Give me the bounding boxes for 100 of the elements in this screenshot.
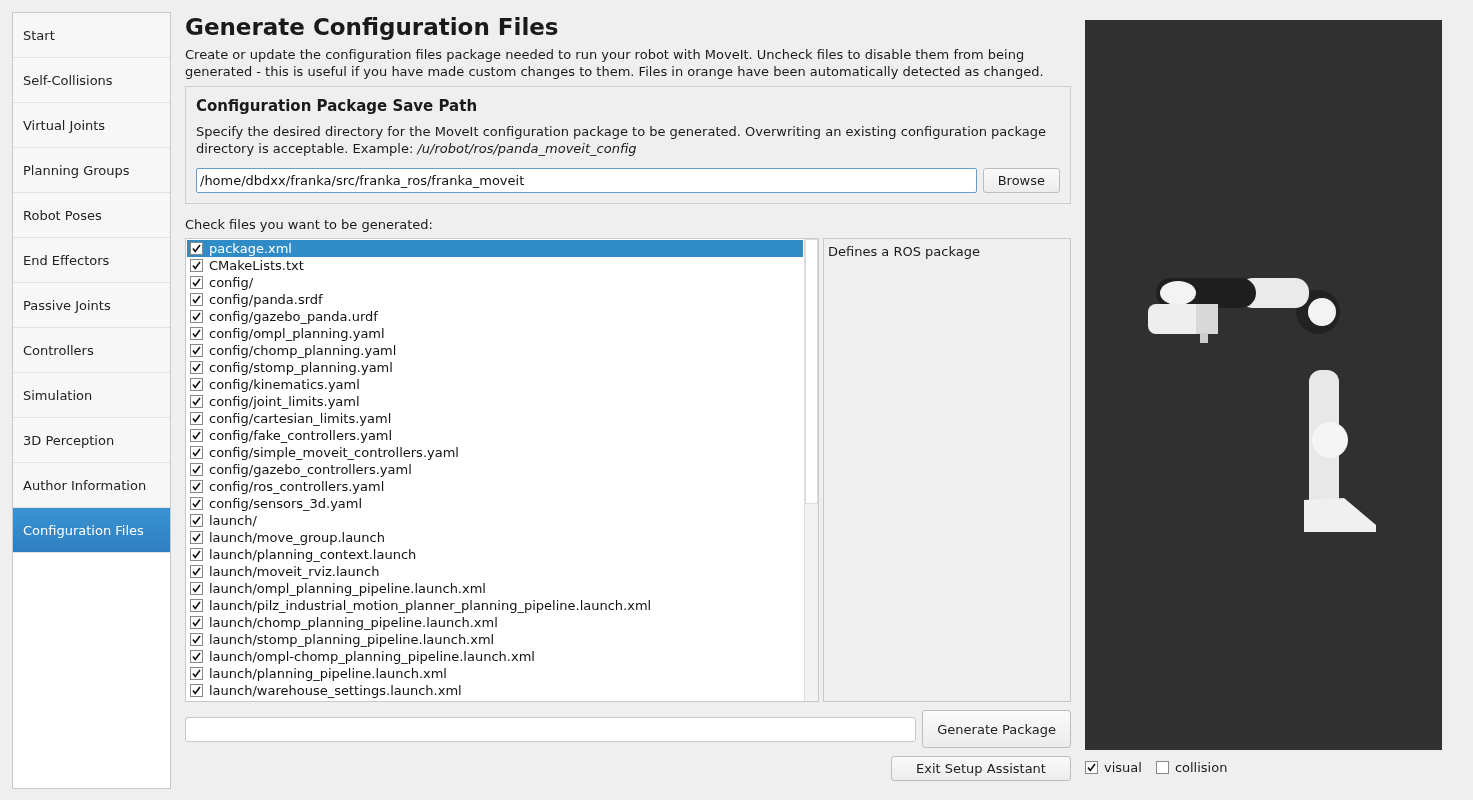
- checkbox[interactable]: [190, 616, 203, 629]
- file-row[interactable]: config/fake_controllers.yaml: [187, 427, 803, 444]
- checkbox[interactable]: [190, 412, 203, 425]
- checkbox[interactable]: [190, 599, 203, 612]
- file-row[interactable]: launch/stomp_planning_pipeline.launch.xml: [187, 631, 803, 648]
- file-row[interactable]: config/: [187, 274, 803, 291]
- file-row[interactable]: config/gazebo_panda.urdf: [187, 308, 803, 325]
- files-label: Check files you want to be generated:: [185, 217, 434, 232]
- file-name: package.xml: [209, 241, 292, 256]
- file-name: CMakeLists.txt: [209, 258, 304, 273]
- file-name: config/sensors_3d.yaml: [209, 496, 363, 511]
- checkbox[interactable]: [190, 497, 203, 510]
- browse-button[interactable]: Browse: [982, 168, 1060, 193]
- file-row[interactable]: launch/warehouse_settings.launch.xml: [187, 682, 803, 699]
- file-name: config/joint_limits.yaml: [209, 394, 360, 409]
- file-name: launch/move_group.launch: [209, 530, 385, 545]
- checkbox[interactable]: [190, 242, 203, 255]
- checkbox[interactable]: [190, 463, 203, 476]
- sidebar-item[interactable]: Start: [13, 13, 170, 58]
- file-name: config/simple_moveit_controllers.yaml: [209, 445, 459, 460]
- file-row[interactable]: launch/planning_pipeline.launch.xml: [187, 665, 803, 682]
- checkbox-label: visual: [1104, 760, 1142, 775]
- file-name: launch/ompl_planning_pipeline.launch.xml: [209, 581, 486, 596]
- file-row[interactable]: config/simple_moveit_controllers.yaml: [187, 444, 803, 461]
- file-row[interactable]: launch/chomp_planning_pipeline.launch.xml: [187, 614, 803, 631]
- file-row[interactable]: launch/move_group.launch: [187, 529, 803, 546]
- group-description: Specify the desired directory for the MoveIt configuration package to be generated. Overwriting an existing configuration package directory is acceptable. Example: /u/robot/ros/panda_moveit_config: [196, 123, 1047, 157]
- file-row[interactable]: config/chomp_planning.yaml: [187, 342, 803, 359]
- file-name: launch/planning_context.launch: [209, 547, 417, 562]
- file-row[interactable]: config/gazebo_controllers.yaml: [187, 461, 803, 478]
- file-name: launch/ompl-chomp_planning_pipeline.launch.xml: [209, 649, 535, 664]
- file-row[interactable]: launch/planning_context.launch: [187, 546, 803, 563]
- file-name: config/: [209, 275, 254, 290]
- file-row[interactable]: launch/ompl_planning_pipeline.launch.xml: [187, 580, 803, 597]
- file-row[interactable]: launch/: [187, 512, 803, 529]
- page-description: Create or update the configuration files package needed to run your robot with MoveIt. Uncheck files to disable them from being generated - this is useful if you have made custom changes to them. Files in orange have been automatically detected as changed.: [185, 46, 1045, 80]
- file-row[interactable]: launch/ompl-chomp_planning_pipeline.launch.xml: [187, 648, 803, 665]
- checkbox[interactable]: [190, 293, 203, 306]
- file-name: launch/moveit_rviz.launch: [209, 564, 380, 579]
- file-row[interactable]: config/joint_limits.yaml: [187, 393, 803, 410]
- sidebar-item[interactable]: End Effectors: [13, 238, 170, 283]
- sidebar-item[interactable]: Controllers: [13, 328, 170, 373]
- sidebar-item[interactable]: Simulation: [13, 373, 170, 418]
- sidebar-item[interactable]: 3D Perception: [13, 418, 170, 463]
- file-name: config/fake_controllers.yaml: [209, 428, 393, 443]
- scrollbar[interactable]: [804, 239, 818, 701]
- file-name: config/cartesian_limits.yaml: [209, 411, 392, 426]
- sidebar-item[interactable]: Robot Poses: [13, 193, 170, 238]
- sidebar-item[interactable]: Virtual Joints: [13, 103, 170, 148]
- file-row[interactable]: config/ompl_planning.yaml: [187, 325, 803, 342]
- file-name: launch/stomp_planning_pipeline.launch.xml: [209, 632, 495, 647]
- checkbox[interactable]: [190, 684, 203, 697]
- checkbox[interactable]: [190, 514, 203, 527]
- sidebar-item[interactable]: Self-Collisions: [13, 58, 170, 103]
- file-row[interactable]: launch/pilz_industrial_motion_planner_planning_pipeline.launch.xml: [187, 597, 803, 614]
- checkbox[interactable]: [190, 327, 203, 340]
- checkbox[interactable]: [1155, 761, 1169, 774]
- file-row[interactable]: CMakeLists.txt: [187, 257, 803, 274]
- file-name: config/stomp_planning.yaml: [209, 360, 393, 375]
- file-row[interactable]: config/stomp_planning.yaml: [187, 359, 803, 376]
- file-name: launch/planning_pipeline.launch.xml: [209, 666, 447, 681]
- sidebar-item[interactable]: Configuration Files: [13, 508, 170, 553]
- checkbox[interactable]: [190, 361, 203, 374]
- checkbox[interactable]: [190, 259, 203, 272]
- save-path-field[interactable]: /home/dbdxx/franka/src/franka_ros/franka_moveit: [196, 168, 977, 193]
- file-name: launch/warehouse_settings.launch.xml: [209, 683, 462, 698]
- checkbox[interactable]: [190, 548, 203, 561]
- exit-button[interactable]: Exit Setup Assistant: [891, 756, 1071, 781]
- file-row[interactable]: launch/moveit_rviz.launch: [187, 563, 803, 580]
- file-row[interactable]: config/ros_controllers.yaml: [187, 478, 803, 495]
- checkbox[interactable]: [190, 378, 203, 391]
- checkbox[interactable]: [190, 650, 203, 663]
- group-heading: Configuration Package Save Path: [196, 97, 479, 115]
- sidebar-item[interactable]: Planning Groups: [13, 148, 170, 193]
- file-name: config/ros_controllers.yaml: [209, 479, 385, 494]
- checkbox[interactable]: [190, 480, 203, 493]
- checkbox[interactable]: [1085, 761, 1098, 774]
- file-row[interactable]: config/kinematics.yaml: [187, 376, 803, 393]
- file-row[interactable]: config/panda.srdf: [187, 291, 803, 308]
- sidebar-item[interactable]: Author Information: [13, 463, 170, 508]
- file-row[interactable]: config/cartesian_limits.yaml: [187, 410, 803, 427]
- checkbox[interactable]: [190, 633, 203, 646]
- file-row[interactable]: package.xml: [187, 240, 803, 257]
- file-name: config/chomp_planning.yaml: [209, 343, 397, 358]
- checkbox[interactable]: [190, 446, 203, 459]
- file-name: config/gazebo_controllers.yaml: [209, 462, 412, 477]
- checkbox[interactable]: [190, 582, 203, 595]
- file-row[interactable]: config/sensors_3d.yaml: [187, 495, 803, 512]
- file-name: launch/: [209, 513, 257, 528]
- generate-button[interactable]: Generate Package: [922, 710, 1071, 748]
- checkbox[interactable]: [190, 531, 203, 544]
- checkbox[interactable]: [190, 429, 203, 442]
- checkbox[interactable]: [190, 276, 203, 289]
- checkbox[interactable]: [190, 395, 203, 408]
- file-name: launch/pilz_industrial_motion_planner_planning_pipeline.launch.xml: [209, 598, 652, 613]
- checkbox[interactable]: [190, 344, 203, 357]
- sidebar-item[interactable]: Passive Joints: [13, 283, 170, 328]
- checkbox[interactable]: [190, 565, 203, 578]
- checkbox[interactable]: [190, 667, 203, 680]
- checkbox[interactable]: [190, 310, 203, 323]
